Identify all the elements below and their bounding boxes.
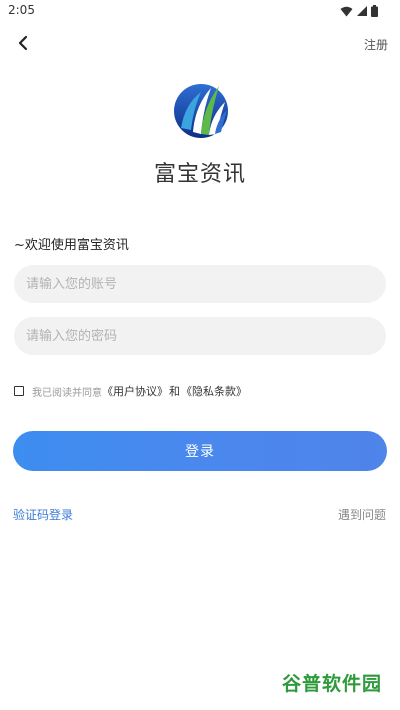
agreement-row: 我已阅读并同意 《用户协议》 和 《隐私条款》 — [14, 383, 247, 399]
agree-and: 和 — [169, 385, 180, 398]
nav-bar: 注册 — [0, 28, 400, 60]
status-time: 2:05 — [8, 3, 35, 17]
signal-icon — [357, 6, 367, 16]
password-input[interactable] — [14, 317, 386, 355]
status-icons — [340, 4, 378, 18]
privacy-policy-link[interactable]: 《隐私条款》 — [181, 383, 247, 399]
user-agreement-link[interactable]: 《用户协议》 — [102, 383, 168, 399]
agree-checkbox[interactable] — [14, 386, 24, 396]
app-name: 富宝资讯 — [153, 162, 246, 187]
register-link[interactable]: 注册 — [364, 36, 388, 53]
wifi-icon — [340, 6, 353, 16]
back-button[interactable] — [10, 30, 36, 56]
app-logo-icon — [174, 84, 228, 138]
account-input[interactable] — [14, 265, 386, 303]
battery-icon — [371, 5, 378, 17]
status-bar: 2:05 — [0, 0, 400, 22]
help-link[interactable]: 遇到问题 — [338, 506, 386, 523]
agree-prefix: 我已阅读并同意 — [32, 387, 102, 399]
watermark: 谷普软件园 — [272, 664, 392, 700]
login-button[interactable]: 登录 — [13, 431, 387, 471]
back-arrow-icon — [18, 35, 28, 51]
welcome-text: ~欢迎使用富宝资讯 — [14, 238, 129, 253]
sms-login-link[interactable]: 验证码登录 — [13, 506, 73, 523]
